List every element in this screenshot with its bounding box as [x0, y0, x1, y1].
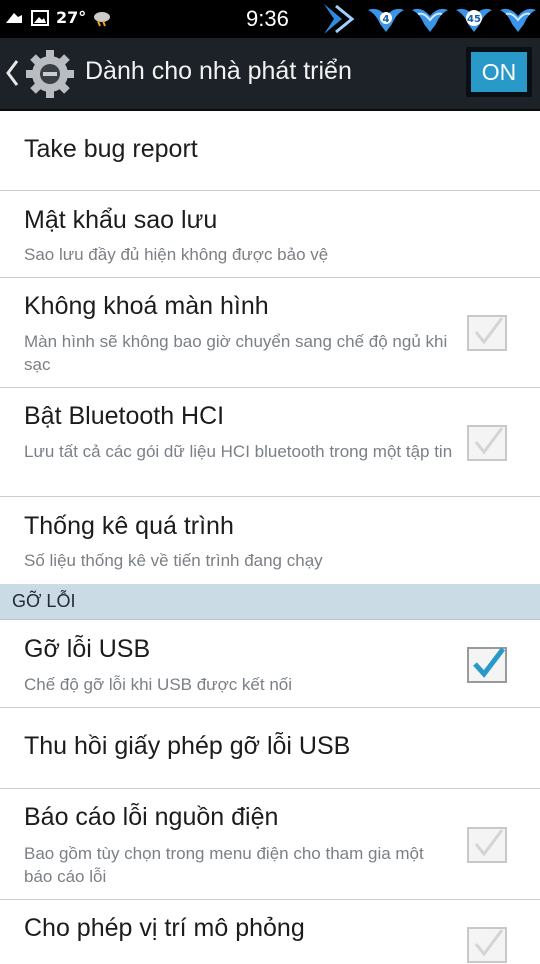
- item-title: Cho phép vị trí mô phỏng: [24, 914, 305, 942]
- item-title: Bật Bluetooth HCI: [24, 402, 225, 430]
- list-item-usb-debugging[interactable]: Gỡ lỗi USB Chế độ gỡ lỗi khi USB được kế…: [0, 620, 540, 708]
- item-title: Thu hồi giấy phép gỡ lỗi USB: [24, 732, 351, 760]
- status-left-icons: 27°: [4, 8, 112, 27]
- gallery-icon: [31, 9, 49, 26]
- page-title: Dành cho nhà phát triển: [85, 57, 352, 85]
- list-item-revoke-usb-auth[interactable]: Thu hồi giấy phép gỡ lỗi USB: [0, 708, 540, 789]
- checkbox[interactable]: [466, 422, 508, 462]
- item-title: Thống kê quá trình: [24, 512, 234, 540]
- section-header-debugging: GỠ LỖI: [0, 584, 540, 620]
- list-item-process-stats[interactable]: Thống kê quá trình Số liệu thống kê về t…: [0, 497, 540, 584]
- checkbox[interactable]: [466, 824, 508, 864]
- wings-badge-icon: 45: [456, 8, 492, 32]
- action-bar: Dành cho nhà phát triển ON: [0, 38, 540, 111]
- item-title: Mật khẩu sao lưu: [24, 206, 218, 234]
- usb-icon: [6, 12, 22, 23]
- wings-icon: [412, 8, 448, 32]
- item-subtitle: Lưu tất cả các gói dữ liệu HCI bluetooth…: [24, 442, 453, 461]
- item-title: Không khoá màn hình: [24, 292, 269, 320]
- list-item-stay-awake[interactable]: Không khoá màn hình Màn hình sẽ không ba…: [0, 278, 540, 388]
- settings-gear-icon[interactable]: [24, 48, 76, 100]
- item-subtitle: Bao gồm tùy chọn trong menu điện cho tha…: [24, 844, 424, 886]
- list-item-mock-locations[interactable]: Cho phép vị trí mô phỏng: [0, 900, 540, 963]
- list-item-power-bug-report[interactable]: Báo cáo lỗi nguồn điện Bao gồm tùy chọn …: [0, 789, 540, 900]
- badge-left-number: 4: [383, 14, 390, 25]
- checkbox[interactable]: [466, 312, 508, 352]
- item-subtitle: Chế độ gỡ lỗi khi USB được kết nối: [24, 675, 293, 694]
- status-bar: 27° 9:36 4 45: [0, 0, 540, 38]
- list-item-take-bug-report[interactable]: Take bug report: [0, 111, 540, 191]
- status-right-icons: 4 45: [322, 0, 538, 38]
- toggle-label: ON: [471, 52, 527, 92]
- wings-icon: [500, 8, 536, 32]
- item-title: Gỡ lỗi USB: [24, 635, 151, 663]
- checkbox[interactable]: [466, 644, 508, 684]
- wings-badge-icon: 4: [368, 8, 404, 32]
- section-title: GỠ LỖI: [12, 591, 76, 611]
- list-item-backup-password[interactable]: Mật khẩu sao lưu Sao lưu đầy đủ hiện khô…: [0, 191, 540, 278]
- list-item-bluetooth-hci[interactable]: Bật Bluetooth HCI Lưu tất cả các gói dữ …: [0, 388, 540, 497]
- temperature: 27°: [56, 8, 87, 27]
- item-subtitle: Sao lưu đầy đủ hiện không được bảo vệ: [24, 245, 329, 264]
- clock: 9:36: [246, 6, 289, 31]
- back-chevron-icon[interactable]: [4, 57, 20, 89]
- chevron-logo-icon: [324, 4, 355, 34]
- developer-options-toggle[interactable]: ON: [466, 47, 532, 97]
- item-subtitle: Số liệu thống kê về tiến trình đang chạy: [24, 551, 323, 570]
- item-title: Take bug report: [24, 135, 198, 163]
- checkbox[interactable]: [466, 924, 508, 964]
- item-subtitle: Màn hình sẽ không bao giờ chuyển sang ch…: [24, 332, 448, 374]
- badge-right-number: 45: [467, 14, 481, 25]
- item-title: Báo cáo lỗi nguồn điện: [24, 803, 279, 831]
- weather-icon: [94, 11, 111, 26]
